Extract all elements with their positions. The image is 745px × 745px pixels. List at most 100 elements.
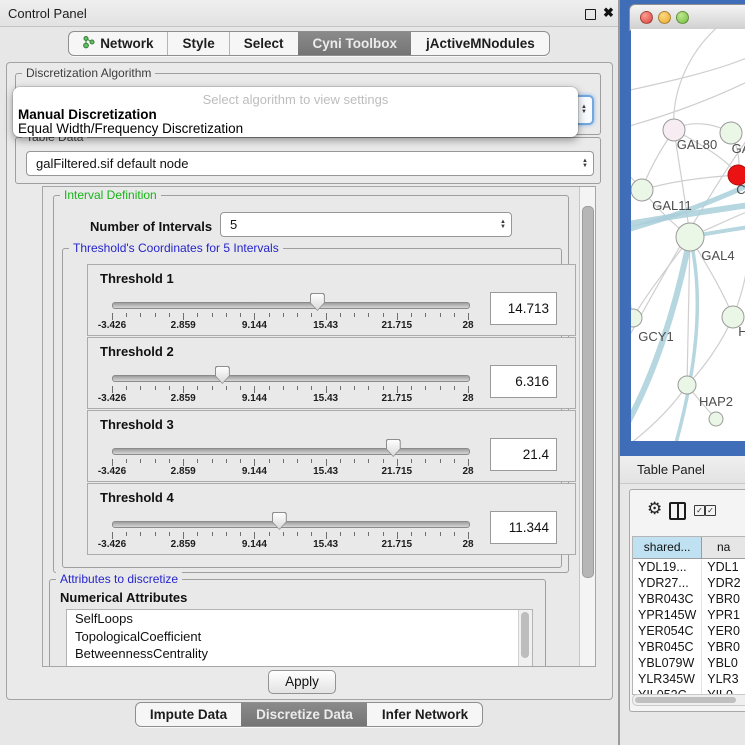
tab-label: Style xyxy=(182,36,214,51)
node-label: H xyxy=(738,324,745,339)
threshold-value-field[interactable]: 14.713 xyxy=(490,292,557,325)
column-header-2[interactable]: na xyxy=(702,537,745,558)
slider-tick-labels: -3.4262.8599.14415.4321.71528 xyxy=(112,539,468,551)
split-columns-icon[interactable] xyxy=(669,502,686,520)
tab-jactivemnodules[interactable]: jActiveMNodules xyxy=(411,32,549,55)
number-of-intervals-combobox[interactable]: 5 ▲▼ xyxy=(220,212,512,237)
network-edge[interactable] xyxy=(631,81,745,127)
zoom-traffic-light-icon[interactable] xyxy=(676,11,689,24)
table-body: YDL19...YDL1YDR27...YDR2YBR043CYBR0YPR14… xyxy=(633,559,745,695)
tab-network[interactable]: Network xyxy=(69,32,167,55)
slider-tick-labels: -3.4262.8599.14415.4321.71528 xyxy=(112,320,468,332)
slider-track[interactable] xyxy=(112,375,470,382)
tab-select[interactable]: Select xyxy=(229,32,298,55)
settings-vertical-scrollbar[interactable] xyxy=(579,187,595,666)
top-tab-row: Network Style Select Cyni Toolbox jActiveMNo… xyxy=(0,31,618,56)
network-node-hap2[interactable] xyxy=(678,376,696,394)
settings-scrollbar-thumb[interactable] xyxy=(582,206,594,578)
numerical-attributes-list[interactable]: SelfLoopsTopologicalCoefficientBetweenne… xyxy=(66,609,533,667)
bottom-tab-impute-data[interactable]: Impute Data xyxy=(136,703,241,726)
combo-arrows-icon: ▲▼ xyxy=(495,220,511,230)
interval-definition-groupbox: Interval Definition Number of Intervals … xyxy=(53,195,569,573)
network-edge[interactable] xyxy=(631,57,745,91)
checkbox-icon[interactable]: ✓ xyxy=(694,505,705,516)
apply-button[interactable]: Apply xyxy=(268,670,336,694)
table-cell: YDL1 xyxy=(702,559,745,575)
table-cell: YDR27... xyxy=(633,575,702,591)
node-label: GA xyxy=(732,141,745,156)
bottom-tab-label: Impute Data xyxy=(150,707,227,722)
attribute-item-selfloops[interactable]: SelfLoops xyxy=(67,610,532,628)
bottom-tab-label: Discretize Data xyxy=(256,707,353,722)
threshold-value-field[interactable]: 6.316 xyxy=(490,365,557,398)
network-graph: GAL80GACGAL11GAL4GCY1HHAP2 xyxy=(631,29,745,441)
threshold-value-field[interactable]: 11.344 xyxy=(490,511,557,544)
network-edge[interactable] xyxy=(642,175,738,190)
tab-label: Select xyxy=(244,36,284,51)
control-panel-titlebar[interactable]: Control Panel ✖ xyxy=(0,0,618,27)
attributes-group-title: Attributes to discretize xyxy=(56,572,182,586)
bottom-tab-row: Impute Data Discretize Data Infer Network xyxy=(0,702,618,727)
table-data-combobox[interactable]: galFiltered.sif default node ▲▼ xyxy=(26,151,594,176)
close-traffic-light-icon[interactable] xyxy=(640,11,653,24)
table-cell: YBR043C xyxy=(633,591,702,607)
table-row[interactable]: YBL079WYBL0 xyxy=(633,655,745,671)
dropdown-option-equal-width-frequency-discretization[interactable]: Equal Width/Frequency Discretization xyxy=(18,121,243,136)
close-icon[interactable]: ✖ xyxy=(603,5,614,21)
network-node[interactable] xyxy=(709,412,723,426)
network-window-titlebar[interactable] xyxy=(629,4,745,31)
table-cell: YBL079W xyxy=(633,655,702,671)
network-node-gal11[interactable] xyxy=(631,179,653,201)
threshold-label: Threshold 2 xyxy=(100,344,174,359)
threshold-panel-3: Threshold 3-3.4262.8599.14415.4321.71528… xyxy=(87,410,576,482)
bottom-tabs: Impute Data Discretize Data Infer Network xyxy=(135,702,483,727)
node-label: GCY1 xyxy=(638,329,673,344)
gear-icon[interactable]: ⚙ xyxy=(647,500,662,517)
attributes-scrollbar-thumb[interactable] xyxy=(521,612,529,658)
slider-track[interactable] xyxy=(112,521,470,528)
network-icon xyxy=(83,35,95,52)
table-row[interactable]: YER054CYER0 xyxy=(633,623,745,639)
bottom-tab-infer-network[interactable]: Infer Network xyxy=(367,703,482,726)
network-edge[interactable] xyxy=(674,29,721,130)
table-row[interactable]: YPR145WYPR1 xyxy=(633,607,745,623)
slider-track[interactable] xyxy=(112,302,470,309)
float-window-icon[interactable] xyxy=(585,9,596,20)
checkbox-icon[interactable]: ✓ xyxy=(705,505,716,516)
table-cell: YBL0 xyxy=(702,655,745,671)
tab-style[interactable]: Style xyxy=(167,32,228,55)
network-node-gal4[interactable] xyxy=(676,223,704,251)
table-row[interactable]: YDL19...YDL1 xyxy=(633,559,745,575)
table-row[interactable]: YBR045CYBR0 xyxy=(633,639,745,655)
attribute-item-betweennesscentrality[interactable]: BetweennessCentrality xyxy=(67,645,532,663)
tab-label: jActiveMNodules xyxy=(426,36,535,51)
attribute-item-topologicalcoefficient[interactable]: TopologicalCoefficient xyxy=(67,628,532,646)
table-cell: YER0 xyxy=(702,623,745,639)
table-cell: YPR145W xyxy=(633,607,702,623)
table-horizontal-scrollbar[interactable] xyxy=(632,694,745,706)
tab-cyni-toolbox[interactable]: Cyni Toolbox xyxy=(298,32,412,55)
dropdown-option-manual-discretization[interactable]: Manual Discretization xyxy=(18,107,157,122)
control-panel-window: Control Panel ✖ Network Style Select Cyni T… xyxy=(0,0,620,745)
attributes-list-scrollbar[interactable] xyxy=(518,610,532,666)
minimize-traffic-light-icon[interactable] xyxy=(658,11,671,24)
bottom-tab-label: Infer Network xyxy=(382,707,468,722)
number-of-intervals-value: 5 xyxy=(221,217,495,232)
network-canvas[interactable]: GAL80GACGAL11GAL4GCY1HHAP2 xyxy=(631,29,745,441)
top-tabs: Network Style Select Cyni Toolbox jActiveMNo… xyxy=(68,31,550,56)
network-edge-thick[interactable] xyxy=(676,237,697,441)
bottom-tab-discretize-data[interactable]: Discretize Data xyxy=(241,703,367,726)
node-attribute-table[interactable]: shared...na YDL19...YDL1YDR27...YDR2YBR0… xyxy=(632,536,745,695)
algorithm-group-title: Discretization Algorithm xyxy=(22,66,155,80)
thresholds-group-title: Threshold's Coordinates for 5 Intervals xyxy=(69,241,283,255)
threshold-value-field[interactable]: 21.4 xyxy=(490,438,557,471)
column-header-1[interactable]: shared... xyxy=(633,537,702,558)
network-node-gcy1[interactable] xyxy=(631,309,642,327)
table-scrollbar-thumb[interactable] xyxy=(635,697,736,703)
table-cell: YBR0 xyxy=(702,591,745,607)
table-row[interactable]: YBR043CYBR0 xyxy=(633,591,745,607)
table-row[interactable]: YLR345WYLR3 xyxy=(633,671,745,687)
table-panel-titlebar[interactable]: Table Panel xyxy=(620,456,745,484)
slider-track[interactable] xyxy=(112,448,470,455)
table-row[interactable]: YDR27...YDR2 xyxy=(633,575,745,591)
